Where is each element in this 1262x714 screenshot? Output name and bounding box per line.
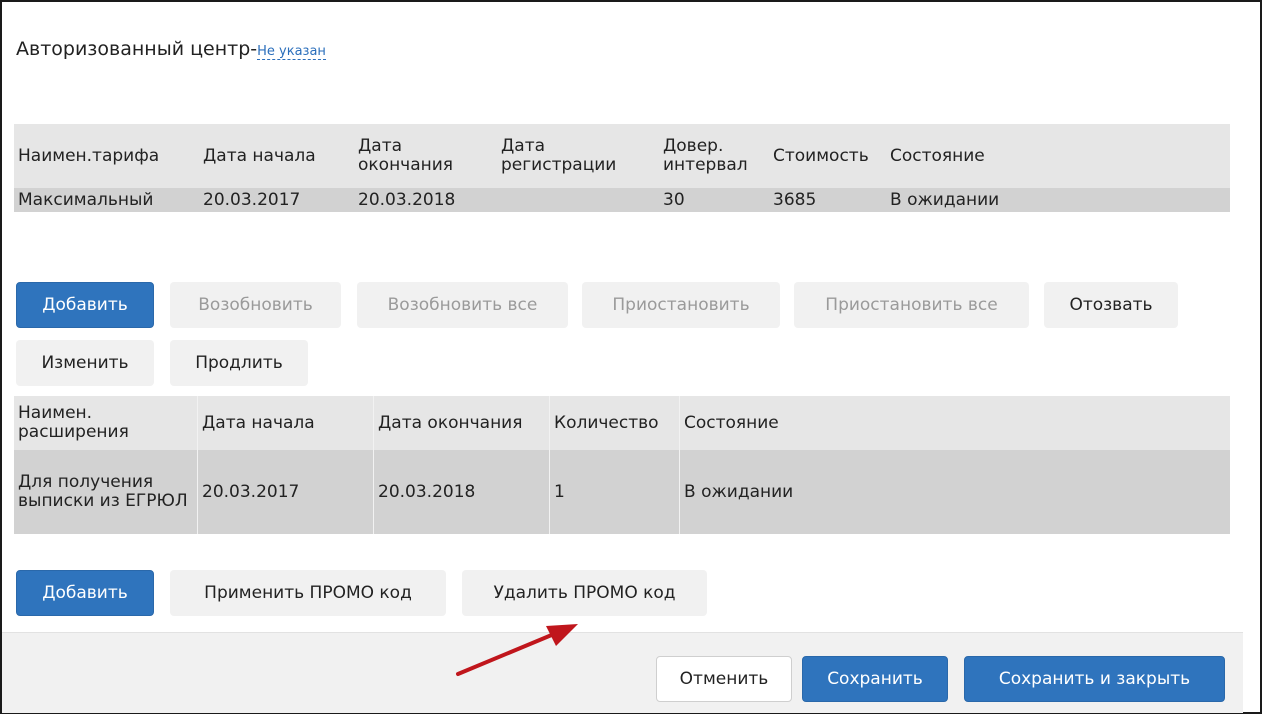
save-button[interactable]: Сохранить [802,656,948,702]
table-cell: 1 [549,450,680,534]
extensions-table: Наимен. расширения Дата начала Дата окон… [14,396,1230,534]
table-cell: В ожидании [890,189,1000,210]
table-row[interactable]: Для получения выписки из ЕГРЮЛ 20.03.201… [14,450,1230,534]
edit-button[interactable]: Изменить [16,340,154,386]
column-header[interactable]: Состояние [680,396,1231,450]
suspend-all-button[interactable]: Приостановить все [794,282,1029,328]
table-cell: 30 [663,189,685,210]
cancel-button[interactable]: Отменить [656,656,792,702]
authorized-center-row: Авторизованный центр-Не указан [16,38,326,60]
column-header[interactable]: Наимен. расширения [14,396,198,450]
column-header[interactable]: Количество [549,396,680,450]
column-header[interactable]: Дата регистрации [497,124,659,188]
extension-add-button[interactable]: Добавить [16,570,154,616]
authorized-center-label: Авторизованный центр- [16,38,258,60]
authorized-center-link[interactable]: Не указан [257,44,326,60]
table-cell: Для получения выписки из ЕГРЮЛ [14,450,198,534]
save-and-close-button[interactable]: Сохранить и закрыть [964,656,1225,702]
column-header[interactable]: Дата окончания [373,396,550,450]
column-header[interactable]: Дата начала [199,124,354,188]
tariffs-header-row: Наимен.тарифа Дата начала Дата окончания… [14,124,1230,188]
column-header[interactable]: Наимен.тарифа [14,124,199,188]
table-cell [497,188,659,212]
column-header[interactable]: Дата начала [197,396,374,450]
table-cell: 20.03.2018 [373,450,550,534]
table-cell: 20.03.2017 [203,189,301,210]
apply-promo-button[interactable]: Применить ПРОМО код [170,570,446,616]
table-row[interactable]: Максимальный 20.03.2017 20.03.2018 30 36… [14,188,1230,212]
column-header[interactable]: Довер. интервал [659,124,769,188]
revoke-button[interactable]: Отозвать [1044,282,1178,328]
extensions-header-row: Наимен. расширения Дата начала Дата окон… [14,396,1230,450]
column-header[interactable]: Дата окончания [354,124,497,188]
delete-promo-button[interactable]: Удалить ПРОМО код [462,570,707,616]
column-header[interactable]: Стоимость [769,124,886,188]
table-cell: Максимальный [18,189,154,210]
table-cell: 20.03.2017 [197,450,374,534]
column-header[interactable]: Состояние [886,124,1230,188]
tariff-add-button[interactable]: Добавить [16,282,154,328]
table-cell: В ожидании [684,481,794,502]
table-cell: 3685 [773,189,817,210]
tariffs-table: Наимен.тарифа Дата начала Дата окончания… [14,124,1230,212]
annotation-arrow-icon [456,624,578,676]
suspend-button[interactable]: Приостановить [582,282,780,328]
table-cell: 20.03.2018 [358,189,456,210]
extend-button[interactable]: Продлить [170,340,308,386]
resume-button[interactable]: Возобновить [170,282,341,328]
dialog: Авторизованный центр-Не указан Наимен.та… [0,0,1262,714]
resume-all-button[interactable]: Возобновить все [357,282,568,328]
